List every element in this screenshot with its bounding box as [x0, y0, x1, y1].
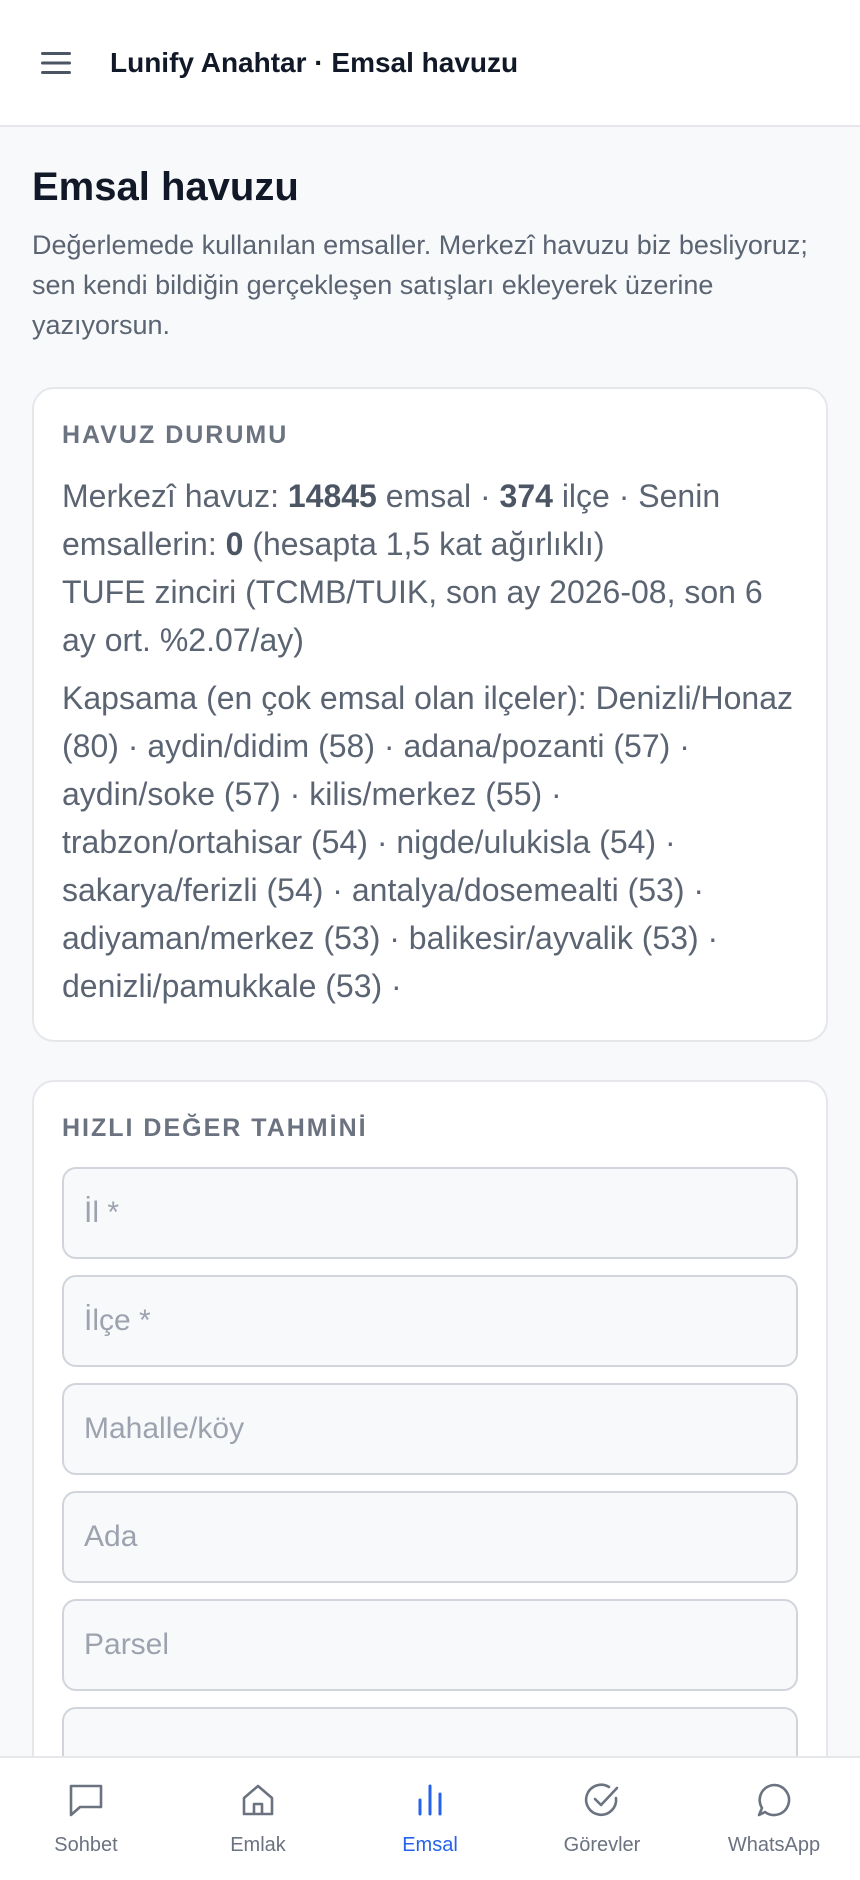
- neighborhood-input[interactable]: [62, 1383, 798, 1475]
- own-comps-note: (hesapta 1,5 kat ağırlıklı): [252, 526, 605, 562]
- page-description: Değerlemede kullanılan emsaller. Merkezî…: [32, 230, 808, 340]
- bottom-navigation: Sohbet Emlak Emsal Görevler WhatsApp: [0, 1756, 860, 1880]
- central-pool-label: Merkezî havuz:: [62, 478, 279, 514]
- bar-chart-icon: [410, 1780, 450, 1820]
- own-comps-count: 0: [225, 526, 244, 562]
- coverage-list: Kapsama (en çok emsal olan ilçeler): Den…: [62, 680, 793, 1004]
- main-content: Emsal havuzu Değerlemede kullanılan emsa…: [32, 127, 828, 1840]
- comps-word: emsal ·: [385, 478, 491, 514]
- block-input[interactable]: [62, 1491, 798, 1583]
- home-icon: [238, 1780, 278, 1820]
- chat-bubble-icon: [66, 1780, 106, 1820]
- nav-item-emsal[interactable]: Emsal: [344, 1758, 516, 1880]
- tufe-chain-info: TUFE zinciri (TCMB/TUIK, son ay 2026-08,…: [62, 574, 763, 658]
- nav-label-whatsapp: WhatsApp: [727, 1834, 821, 1856]
- quick-estimate-card: HIZLI DEĞER TAHMİNİ: [32, 1080, 828, 1840]
- nav-label-emlak: Emlak: [230, 1834, 286, 1856]
- nav-label-sohbet: Sohbet: [54, 1834, 118, 1856]
- nav-label-gorevler: Görevler: [563, 1834, 641, 1856]
- pool-status-heading: HAVUZ DURUMU: [62, 421, 289, 449]
- district-count: 374: [499, 478, 553, 514]
- whatsapp-icon: [754, 1780, 794, 1820]
- app-title: Lunify Anahtar · Emsal havuzu: [110, 46, 519, 78]
- province-input[interactable]: [62, 1167, 798, 1259]
- nav-label-emsal: Emsal: [402, 1834, 458, 1856]
- nav-item-emlak[interactable]: Emlak: [172, 1758, 344, 1880]
- pool-status-card: HAVUZ DURUMU Merkezî havuz: 14845 emsal …: [32, 387, 828, 1042]
- nav-item-sohbet[interactable]: Sohbet: [0, 1758, 172, 1880]
- hamburger-menu-icon[interactable]: [28, 35, 84, 91]
- check-circle-icon: [582, 1780, 622, 1820]
- page-title: Emsal havuzu: [32, 165, 299, 209]
- district-input[interactable]: [62, 1275, 798, 1367]
- nav-item-whatsapp[interactable]: WhatsApp: [688, 1758, 860, 1880]
- parcel-input[interactable]: [62, 1599, 798, 1691]
- pool-stats: Merkezî havuz: 14845 emsal · 374 ilçe · …: [62, 472, 798, 664]
- central-pool-count: 14845: [287, 478, 377, 514]
- nav-item-gorevler[interactable]: Görevler: [516, 1758, 688, 1880]
- top-app-bar: Lunify Anahtar · Emsal havuzu: [0, 0, 860, 127]
- quick-estimate-heading: HIZLI DEĞER TAHMİNİ: [62, 1114, 368, 1142]
